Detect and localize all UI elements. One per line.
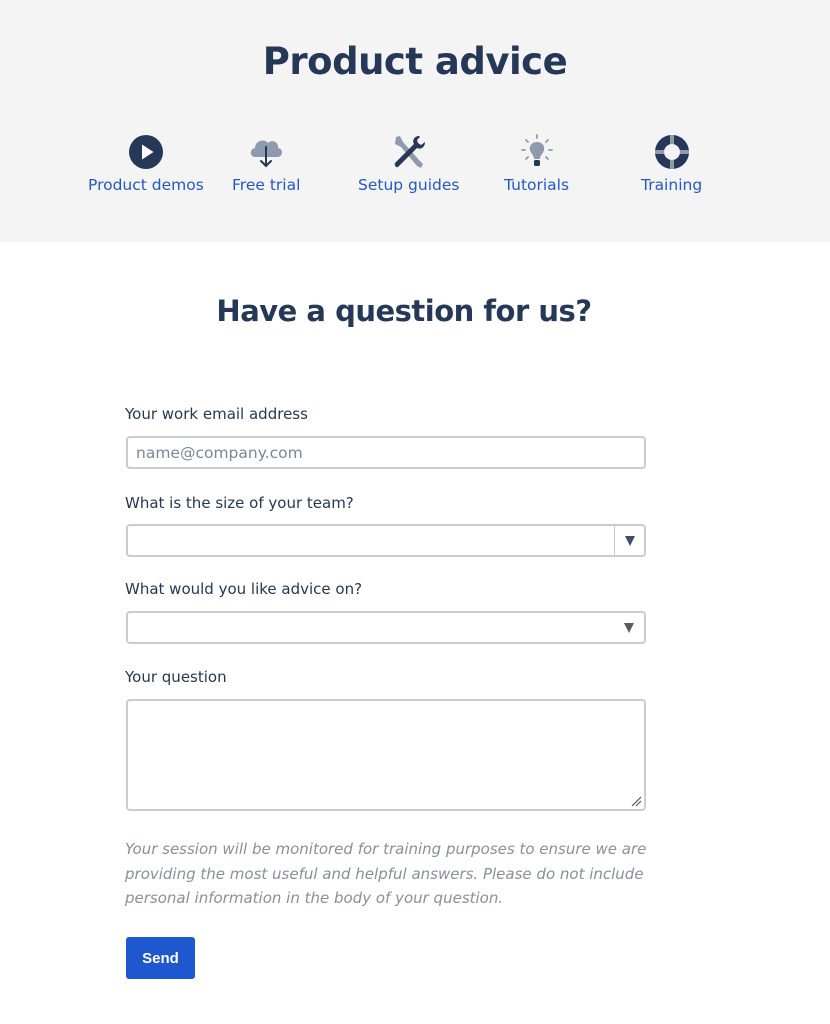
email-field[interactable]: [126, 436, 646, 469]
nav-product-demos[interactable]: Product demos: [88, 132, 204, 194]
nav-label: Training: [641, 176, 703, 194]
form-title: Have a question for us?: [216, 294, 592, 328]
play-circle-icon: [126, 132, 166, 172]
nav-label: Free trial: [232, 176, 301, 194]
team-size-label: What is the size of your team?: [125, 494, 354, 512]
email-label: Your work email address: [125, 405, 308, 423]
advice-label: What would you like advice on?: [125, 580, 363, 598]
chevron-down-icon: [624, 622, 634, 633]
page-title: Product advice: [262, 40, 568, 83]
lightbulb-icon: [517, 132, 557, 172]
nav-label: Tutorials: [504, 176, 570, 194]
hero-banner: Product advice Product demos Free trial …: [0, 0, 830, 242]
resize-handle-icon[interactable]: [630, 795, 642, 807]
team-size-select[interactable]: [126, 524, 646, 557]
nav-free-trial[interactable]: Free trial: [232, 132, 300, 194]
question-label: Your question: [125, 668, 227, 686]
nav-label: Setup guides: [358, 176, 460, 194]
send-button[interactable]: Send: [126, 937, 195, 979]
nav-label: Product demos: [88, 176, 204, 194]
monitoring-disclaimer: Your session will be monitored for train…: [125, 840, 647, 907]
advice-select[interactable]: [126, 611, 646, 644]
wrench-screwdriver-icon: [389, 132, 429, 172]
lifebuoy-icon: [652, 132, 692, 172]
team-size-dropdown-toggle[interactable]: [614, 526, 644, 555]
nav-training[interactable]: Training: [641, 132, 702, 194]
chevron-down-icon: [624, 535, 635, 546]
advice-dropdown-toggle[interactable]: [614, 613, 644, 642]
nav-setup-guides[interactable]: Setup guides: [358, 132, 459, 194]
question-textarea[interactable]: [126, 699, 646, 811]
cloud-download-icon: [246, 132, 286, 172]
nav-tutorials[interactable]: Tutorials: [504, 132, 569, 194]
